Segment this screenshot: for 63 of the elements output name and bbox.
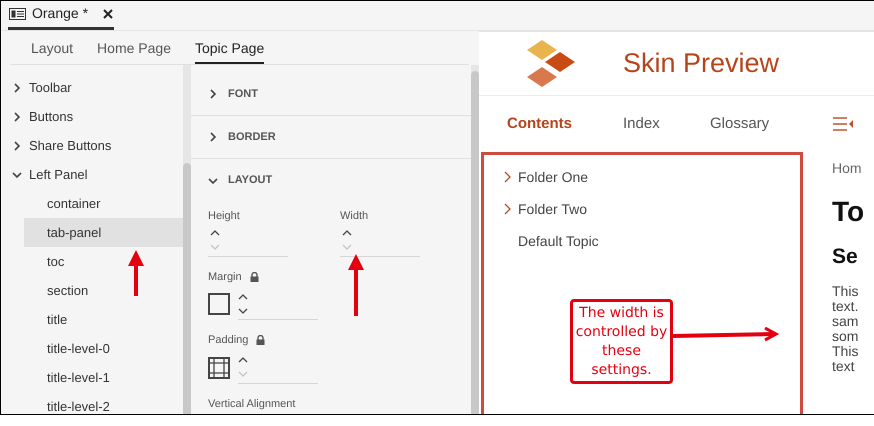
chevron-right-icon[interactable] — [504, 171, 511, 183]
annotation-arrow — [127, 250, 145, 296]
section-header[interactable]: FONT — [228, 86, 258, 102]
chevron-right-icon[interactable] — [504, 203, 511, 215]
section-header[interactable]: BORDER — [228, 128, 276, 146]
document-tab[interactable]: Orange * — [8, 1, 114, 30]
chevron-right-icon[interactable] — [12, 140, 22, 150]
tab[interactable]: Topic Page — [194, 34, 264, 64]
field-label: Vertical Alignment — [208, 396, 296, 412]
body-text: This — [832, 344, 860, 359]
tree-item[interactable]: Left Panel — [29, 164, 88, 184]
contents-item[interactable]: Folder One — [518, 166, 588, 188]
contents-item[interactable]: Default Topic — [518, 230, 599, 252]
chevron-right-icon[interactable] — [208, 89, 218, 99]
contents-item[interactable]: Folder Two — [518, 198, 587, 220]
lock-icon[interactable] — [256, 335, 266, 346]
menu-icon[interactable] — [833, 117, 853, 131]
field-label: Padding — [208, 333, 248, 348]
tree-item[interactable]: title-level-2 — [24, 392, 183, 414]
site-title: Skin Preview — [623, 47, 780, 80]
tree-item[interactable]: container — [24, 189, 183, 218]
body-text: text — [832, 359, 856, 374]
field-label: Margin — [208, 270, 242, 284]
chevron-down-icon[interactable] — [208, 176, 218, 186]
section-heading: Se — [832, 244, 859, 270]
square-icon[interactable] — [208, 293, 230, 315]
body-text: text. — [832, 299, 860, 314]
body-text: sam — [832, 314, 860, 329]
tab[interactable]: Home Page — [97, 34, 171, 64]
body-text: som — [832, 329, 860, 344]
document-icon — [9, 8, 26, 20]
annotation-arrow — [347, 254, 365, 316]
tab[interactable]: Index — [623, 112, 710, 136]
tab[interactable]: Contents — [507, 112, 623, 136]
padding-icon[interactable] — [208, 356, 230, 378]
body-text: This — [832, 284, 860, 299]
tree-item[interactable]: title — [24, 305, 183, 334]
chevron-right-icon[interactable] — [12, 82, 22, 92]
tab[interactable]: Glossary — [710, 112, 833, 136]
breadcrumb-link[interactable]: Hom — [832, 158, 864, 178]
scrollbar-thumb[interactable] — [183, 163, 191, 414]
tree-item[interactable]: toc — [24, 247, 183, 276]
topic-heading: To — [832, 195, 864, 229]
field-label: Height — [208, 209, 241, 224]
chevron-down-icon[interactable] — [12, 170, 22, 180]
field-label: Width — [340, 209, 370, 224]
callout-box: The width is controlled by these settings. — [570, 299, 673, 384]
chevron-right-icon[interactable] — [208, 132, 218, 142]
tree-item[interactable]: Share Buttons — [29, 136, 112, 156]
lock-icon[interactable] — [250, 272, 259, 282]
tree-item[interactable]: Toolbar — [29, 78, 72, 98]
scrollbar-thumb[interactable] — [471, 71, 479, 414]
tree-item[interactable]: title-level-1 — [24, 363, 183, 392]
tab[interactable]: Layout — [31, 34, 74, 64]
tab-title: Orange * — [32, 4, 88, 23]
logo-icon — [527, 40, 575, 88]
chevron-right-icon[interactable] — [12, 112, 22, 122]
tree-item[interactable]: tab-panel — [24, 218, 183, 247]
tree-item[interactable]: title-level-0 — [24, 334, 183, 363]
close-icon[interactable] — [103, 8, 114, 18]
tree-item[interactable]: section — [24, 276, 183, 305]
section-header[interactable]: LAYOUT — [228, 172, 272, 189]
tree-item[interactable]: Buttons — [29, 106, 74, 126]
